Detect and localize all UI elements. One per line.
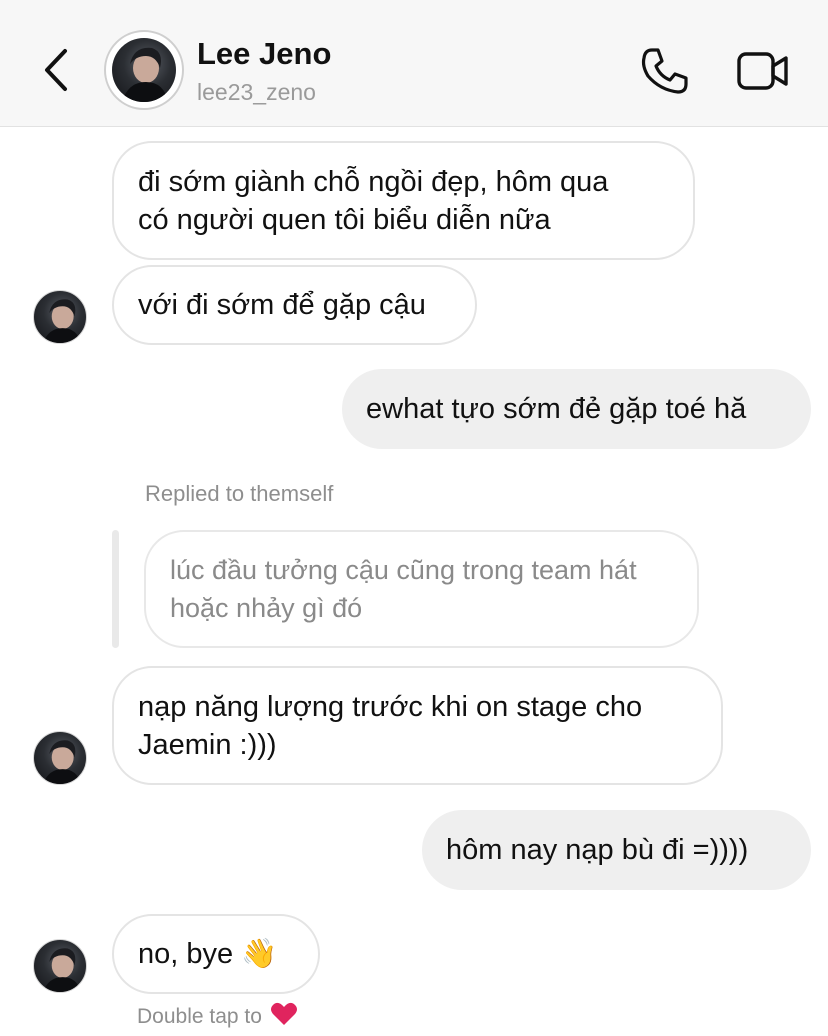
contact-avatar[interactable]: [104, 30, 184, 110]
video-call-button[interactable]: [736, 48, 790, 94]
avatar-photo: [43, 948, 81, 992]
hint-text: Double tap to: [137, 1005, 262, 1028]
message-text: no, bye 👋: [138, 938, 278, 970]
message-text: ewhat tựo sớm đẻ gặp toé hă: [366, 393, 747, 425]
sender-avatar[interactable]: [33, 290, 87, 344]
message-text: đi sớm giành chỗ ngồi đẹp, hôm qua có ng…: [138, 165, 609, 236]
heart-icon: [270, 1001, 298, 1033]
chat-screen: Lee Jeno lee23_zeno đi sớm giành chỗ ngồ…: [0, 0, 828, 1036]
sender-avatar[interactable]: [33, 731, 87, 785]
chat-header: Lee Jeno lee23_zeno: [0, 0, 828, 127]
reply-label: Replied to themself: [145, 481, 334, 506]
avatar-photo: [112, 38, 176, 102]
message-text: nạp năng lượng trước khi on stage cho Ja…: [138, 690, 643, 761]
double-tap-hint: Double tap to: [137, 1001, 298, 1033]
message-bubble-incoming[interactable]: với đi sớm để gặp cậu: [112, 265, 477, 345]
sender-avatar[interactable]: [33, 939, 87, 993]
avatar-photo: [43, 740, 81, 784]
message-bubble-incoming[interactable]: đi sớm giành chỗ ngồi đẹp, hôm qua có ng…: [112, 141, 695, 260]
quoted-message[interactable]: lúc đầu tưởng cậu cũng trong team hát ho…: [144, 530, 699, 648]
quoted-text: lúc đầu tưởng cậu cũng trong team hát ho…: [170, 555, 637, 623]
message-bubble-incoming[interactable]: no, bye 👋: [112, 914, 320, 994]
message-bubble-incoming[interactable]: nạp năng lượng trước khi on stage cho Ja…: [112, 666, 723, 785]
back-button[interactable]: [36, 45, 76, 95]
video-camera-icon: [737, 52, 788, 90]
message-text: hôm nay nạp bù đi =)))): [446, 834, 749, 866]
message-bubble-outgoing[interactable]: hôm nay nạp bù đi =)))): [422, 810, 811, 890]
chevron-left-icon: [45, 49, 67, 91]
message-text: với đi sớm để gặp cậu: [138, 289, 426, 321]
call-button[interactable]: [640, 46, 690, 96]
message-bubble-outgoing[interactable]: ewhat tựo sớm đẻ gặp toé hă: [342, 369, 811, 449]
reply-indicator-bar: [112, 530, 119, 648]
contact-name[interactable]: Lee Jeno: [197, 36, 331, 72]
phone-icon: [641, 48, 688, 94]
avatar-photo: [43, 299, 81, 343]
contact-handle: lee23_zeno: [197, 79, 316, 105]
